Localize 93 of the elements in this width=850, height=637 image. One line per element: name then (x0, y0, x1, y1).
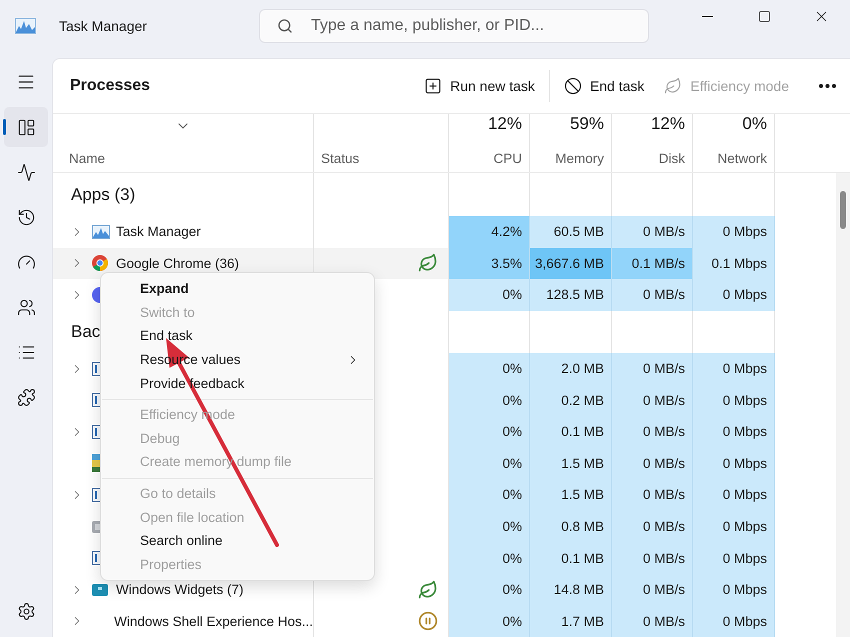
more-icon (819, 84, 836, 88)
process-name: Windows Widgets (7) (116, 582, 244, 598)
page-title: Processes (70, 77, 150, 95)
window-title: Task Manager (59, 18, 148, 34)
settings-icon (16, 602, 36, 620)
metric-cell: 14.8 MB (530, 574, 612, 606)
processes-icon (16, 118, 36, 136)
group-heading: Bac (71, 322, 100, 342)
metric-cell: 0 Mbps (693, 352, 775, 384)
column-header[interactable]: Status (321, 151, 360, 166)
metric-cell: 0.1 MB/s (612, 248, 693, 280)
usage-percent: 12% (488, 114, 522, 134)
process-name: Task Manager (116, 224, 201, 240)
history-icon (16, 208, 36, 226)
group-heading: Apps (3) (71, 184, 136, 204)
column-header[interactable]: Disk (658, 151, 685, 166)
metric-cell: 3,667.6 MB (530, 248, 612, 280)
metric-cell: 0 Mbps (693, 542, 775, 574)
metric-cell: 0 MB/s (612, 510, 693, 542)
process-name: Google Chrome (36) (116, 256, 240, 271)
metric-cell: 0 Mbps (693, 606, 775, 637)
metric-cell: 1.7 MB (530, 606, 612, 637)
metric-cell: 0 Mbps (693, 448, 775, 480)
app-logo-icon (15, 18, 36, 34)
toolbar-button[interactable]: End task (554, 71, 654, 101)
metric-cell: 0.1 MB (530, 542, 612, 574)
chart-icon (92, 224, 110, 239)
menu-item[interactable]: End task (101, 324, 374, 348)
column-header[interactable]: Network (717, 151, 767, 166)
app-icon (92, 286, 100, 303)
users-icon (16, 298, 36, 316)
metric-cell: 0 MB/s (612, 574, 693, 606)
metric-cell: 0 MB/s (612, 416, 693, 448)
metric-cell: 0 MB/s (612, 479, 693, 511)
metric-cell: 0 Mbps (693, 216, 775, 248)
menu-item[interactable]: Expand (101, 277, 374, 301)
metric-cell: 0% (449, 279, 530, 311)
metric-cell: 0% (449, 479, 530, 511)
puzzle-icon (16, 388, 36, 406)
metric-cell: 0.2 MB (530, 384, 612, 416)
metric-cell: 0% (449, 510, 530, 542)
metric-cell: 0 Mbps (693, 574, 775, 606)
gauge-icon (16, 252, 36, 272)
metric-cell: 0% (449, 384, 530, 416)
column-header[interactable]: Memory (555, 151, 604, 166)
column-header[interactable]: CPU (493, 151, 522, 166)
pulse-icon (16, 162, 36, 182)
metric-cell: 0.1 MB (530, 416, 612, 448)
browser-icon (92, 255, 108, 272)
search-icon (277, 18, 293, 34)
metric-cell: 0 MB/s (612, 279, 693, 311)
metric-cell: 0 MB/s (612, 384, 693, 416)
metric-cell: 1.5 MB (530, 448, 612, 480)
metric-cell: 60.5 MB (530, 216, 612, 248)
metric-cell: 0 MB/s (612, 216, 693, 248)
metric-cell: 0 Mbps (693, 416, 775, 448)
maximize-icon (758, 10, 771, 22)
toolbar-button[interactable]: Run new task (414, 71, 545, 101)
usage-percent: 59% (570, 114, 604, 134)
metric-cell: 3.5% (449, 248, 530, 280)
plus-window-icon (424, 77, 442, 95)
metric-cell: 0 Mbps (693, 510, 775, 542)
leaf-icon (664, 77, 682, 95)
metric-cell: 128.5 MB (530, 279, 612, 311)
metric-cell: 0% (449, 416, 530, 448)
metric-cell: 4.2% (449, 216, 530, 248)
metric-cell: 0% (449, 574, 530, 606)
widgets-icon (92, 584, 108, 596)
metric-cell: 0 MB/s (612, 352, 693, 384)
metric-cell: 0% (449, 352, 530, 384)
nav-item[interactable] (4, 107, 48, 147)
process-name: Windows Shell Experience Hos... (114, 614, 313, 629)
metric-cell: 0% (449, 606, 530, 637)
metric-cell: 0% (449, 448, 530, 480)
metric-cell: 0 MB/s (612, 606, 693, 637)
metric-cell: 0 Mbps (693, 479, 775, 511)
scrollbar[interactable] (836, 173, 850, 637)
metric-cell: 0% (449, 542, 530, 574)
metric-cell: 0 MB/s (612, 542, 693, 574)
metric-cell: 2.0 MB (530, 352, 612, 384)
metric-cell: 0.1 Mbps (693, 248, 775, 280)
usage-percent: 0% (742, 114, 767, 134)
search-field[interactable]: Type a name, publisher, or PID... (259, 9, 649, 43)
column-header[interactable]: Name (69, 151, 106, 166)
menu-item[interactable]: Search online (101, 528, 374, 553)
metric-cell: 0 Mbps (693, 279, 775, 311)
metric-cell: 0 MB/s (612, 448, 693, 480)
metric-cell: 1.5 MB (530, 479, 612, 511)
metric-cell: 0.8 MB (530, 510, 612, 542)
process-row[interactable]: Windows Shell Experience Hos... (53, 606, 314, 637)
prohibited-icon (564, 77, 582, 95)
metric-cell: 0 Mbps (693, 384, 775, 416)
usage-percent: 12% (650, 114, 685, 134)
